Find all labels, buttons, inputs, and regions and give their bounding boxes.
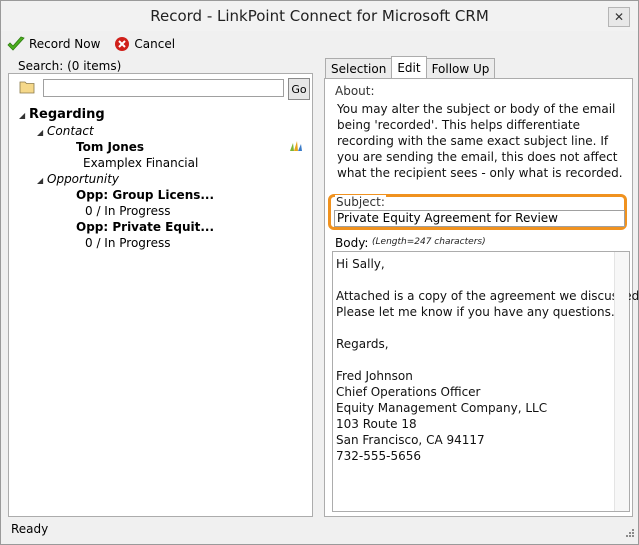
collapse-arrow-icon[interactable]: ◢ (37, 176, 47, 185)
toolbar: Record Now Cancel (7, 33, 175, 55)
close-button[interactable]: ✕ (608, 7, 630, 27)
regarding-pane: Go ◢ Regarding ◢ Contact Tom Jones Example… (8, 73, 313, 517)
body-scrollbar[interactable] (614, 252, 629, 511)
record-dialog: Record - LinkPoint Connect for Microsoft… (0, 0, 639, 545)
status-text: Ready (11, 522, 49, 536)
crm-logo-icon (289, 140, 303, 155)
record-now-label: Record Now (29, 37, 101, 51)
go-button[interactable]: Go (288, 78, 310, 100)
tree-opp-1-status: 0 / In Progress (85, 204, 171, 218)
tree-opportunity-group[interactable]: ◢ Opportunity (37, 172, 119, 186)
subject-label: Subject: (335, 195, 386, 209)
cancel-label: Cancel (134, 37, 176, 51)
tree-opp-2[interactable]: Opp: Private Equit... (76, 220, 214, 234)
check-icon (7, 36, 25, 52)
about-text: You may alter the subject or body of the… (337, 102, 623, 180)
title-bar: Record - LinkPoint Connect for Microsoft… (1, 1, 638, 31)
edit-panel: About: You may alter the subject or body… (324, 78, 639, 517)
resize-grip-icon[interactable] (624, 526, 634, 540)
tree-opp-2-status: 0 / In Progress (85, 236, 171, 250)
tree-contact-company: Examplex Financial (83, 156, 199, 170)
tab-strip: Selection Edit Follow Up (325, 56, 496, 78)
tab-selection[interactable]: Selection (325, 58, 393, 78)
collapse-arrow-icon[interactable]: ◢ (37, 128, 47, 137)
body-label: Body: (335, 236, 369, 250)
contact-group-label: Contact (47, 124, 94, 138)
body-length: (Length=247 characters) (372, 237, 486, 247)
record-now-button[interactable]: Record Now (7, 36, 100, 52)
subject-input[interactable]: Private Equity Agreement for Review (334, 210, 625, 227)
search-input[interactable] (43, 79, 284, 97)
tree-contact-name[interactable]: Tom Jones (76, 140, 144, 154)
tab-follow-up[interactable]: Follow Up (425, 58, 496, 78)
window-title: Record - LinkPoint Connect for Microsoft… (150, 7, 489, 25)
about-label: About: (335, 84, 375, 98)
collapse-arrow-icon[interactable]: ◢ (19, 111, 29, 120)
body-textarea[interactable]: Hi Sally, Attached is a copy of the agre… (332, 251, 639, 512)
body-text: Hi Sally, Attached is a copy of the agre… (336, 257, 639, 463)
opportunity-group-label: Opportunity (47, 172, 120, 186)
tree-root-label: Regarding (29, 107, 105, 122)
search-label: Search: (0 items) (18, 59, 122, 73)
cancel-button[interactable]: Cancel (114, 36, 175, 52)
tree-root[interactable]: ◢ Regarding (19, 107, 105, 122)
cancel-icon (114, 36, 130, 52)
tree-opp-1[interactable]: Opp: Group Licens... (76, 188, 214, 202)
folder-icon[interactable] (19, 80, 35, 97)
tree-contact-group[interactable]: ◢ Contact (37, 124, 94, 138)
tab-edit[interactable]: Edit (391, 56, 427, 78)
